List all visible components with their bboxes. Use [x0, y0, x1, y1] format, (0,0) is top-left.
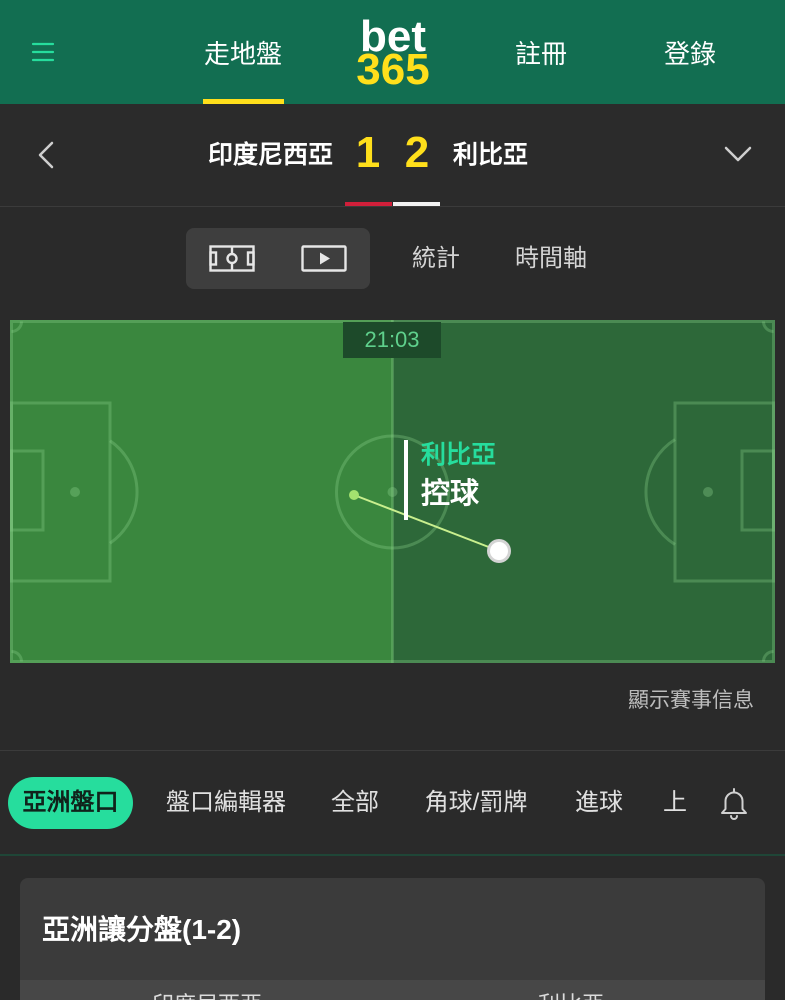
pitch-graphic: [10, 320, 775, 663]
market-tab-all[interactable]: 全部: [320, 787, 390, 819]
market-tab-asian-lines[interactable]: 亞洲盤口: [8, 777, 133, 829]
bell-icon-clapper: [730, 815, 738, 820]
tab-inplay[interactable]: 走地盤: [193, 38, 293, 70]
left-penalty-spot: [70, 487, 80, 497]
bell-icon-body: [721, 791, 747, 814]
ball-trail-origin-dot: [349, 490, 359, 500]
market-tabs-divider: [0, 854, 785, 856]
login-link[interactable]: 登錄: [640, 38, 740, 70]
possession-team-name: 利比亞: [421, 441, 497, 469]
chevron-left-icon: [38, 141, 54, 169]
chevron-down-stroke: [724, 146, 752, 162]
notifications-button[interactable]: [716, 785, 752, 821]
match-view-tabs: 統計 時間軸: [0, 207, 785, 302]
hamburger-menu-icon: [31, 42, 55, 62]
play-video-icon: [301, 245, 347, 272]
chevron-left-stroke: [38, 141, 54, 169]
away-team-name: 利比亞: [453, 141, 529, 169]
away-team-score: 2: [404, 128, 430, 177]
bell-icon: [721, 788, 747, 820]
match-scoreboard: 印度尼西亞 1 2 利比亞: [0, 104, 785, 206]
market-tab-first-half[interactable]: 上: [655, 787, 695, 819]
center-spot: [387, 487, 398, 497]
expand-match-button[interactable]: [721, 140, 755, 170]
market-tab-bet-builder[interactable]: 盤口編輯器: [156, 787, 296, 819]
tab-timeline[interactable]: 時間軸: [500, 245, 602, 273]
pitch-icon-center-circle: [226, 252, 238, 265]
show-match-info-link[interactable]: 顯示賽事信息: [554, 687, 754, 715]
column-away-team: 利比亞: [394, 993, 748, 1000]
pitch-icon-left-box: [209, 251, 218, 266]
ball-marker: [490, 542, 508, 560]
home-team-score: 1: [355, 128, 381, 177]
back-button[interactable]: [30, 135, 64, 175]
match-clock: 21:03: [343, 322, 441, 358]
market-title[interactable]: 亞洲讓分盤(1-2): [42, 913, 241, 947]
market-tabs-bar: 亞洲盤口 盤口編輯器 全部 角球/罰牌 進球 上: [0, 751, 785, 854]
pitch-icon: [209, 245, 255, 272]
menu-button[interactable]: [24, 33, 62, 71]
market-columns-header: 印度尼西亞 利比亞: [20, 980, 765, 1000]
tab-stats[interactable]: 統計: [406, 245, 466, 273]
pitch-icon-right-box: [246, 251, 255, 266]
column-home-team: 印度尼西亞: [20, 993, 394, 1000]
pitch-view-button[interactable]: [196, 236, 268, 281]
top-header: 走地盤 bet 365 註冊 登錄: [0, 0, 785, 104]
home-team-name: 印度尼西亞: [207, 141, 333, 169]
register-link[interactable]: 註冊: [491, 38, 591, 70]
chevron-down-icon: [724, 146, 752, 162]
live-pitch-tracker: 21:03 利比亞 控球: [10, 320, 775, 663]
view-toggle-group: [186, 228, 370, 289]
possession-indicator-bar: [404, 440, 408, 520]
video-view-button[interactable]: [288, 236, 360, 281]
play-icon-triangle: [320, 252, 330, 265]
market-tab-corners-cards[interactable]: 角球/罰牌: [411, 787, 541, 819]
possession-status-label: 控球: [421, 478, 480, 510]
asian-handicap-market-card: 亞洲讓分盤(1-2) 印度尼西亞 利比亞: [20, 878, 765, 1000]
market-tab-goals[interactable]: 進球: [564, 787, 634, 819]
logo-text-365: 365: [356, 45, 430, 94]
bet365-logo[interactable]: bet 365: [340, 14, 446, 94]
right-penalty-spot: [703, 487, 713, 497]
